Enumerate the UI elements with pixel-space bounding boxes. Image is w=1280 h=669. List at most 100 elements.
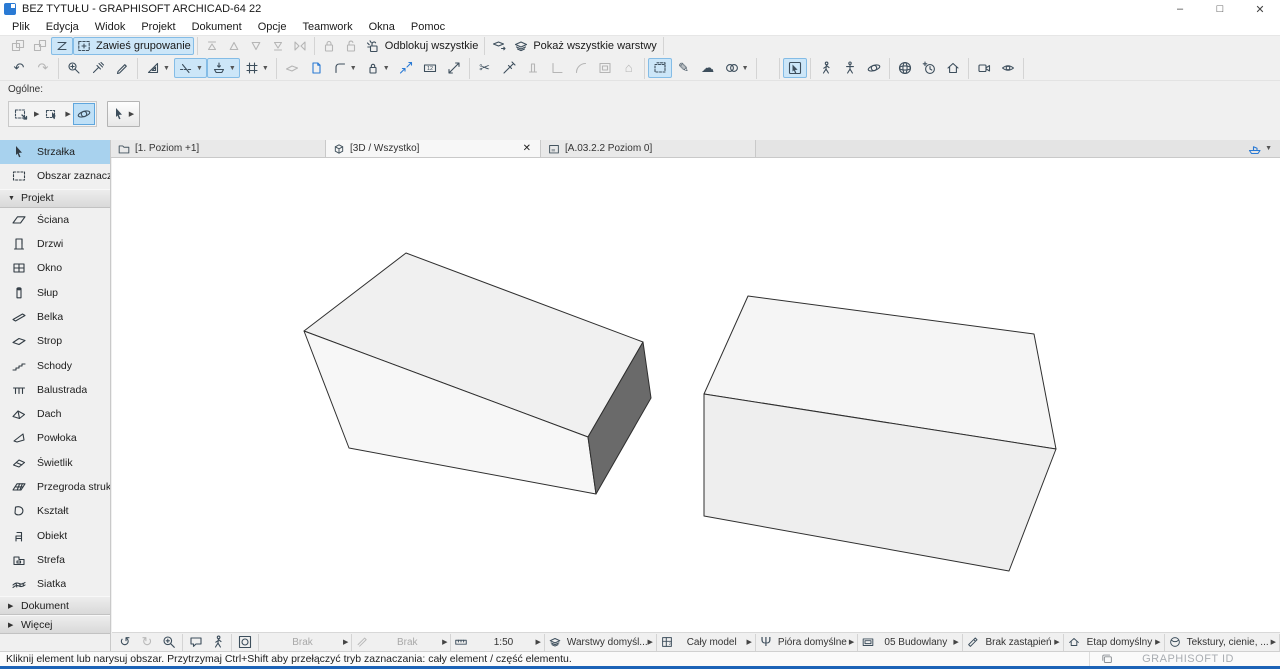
view-tab-1[interactable]: [3D / Wszystko]✕ xyxy=(326,140,541,157)
undo-button[interactable]: ↶ xyxy=(7,58,31,78)
dropdown-arrow-icon[interactable]: ▼ xyxy=(163,65,170,72)
reference-page-button[interactable] xyxy=(304,58,328,78)
toolbox-item-zone[interactable]: Strefa xyxy=(0,548,110,572)
toolbox-item-column[interactable]: Słup xyxy=(0,280,110,304)
close-button[interactable]: ✕ xyxy=(1240,0,1280,18)
field-flyout-arrow-icon[interactable]: ▶ xyxy=(536,638,541,646)
tab-close-icon[interactable]: ✕ xyxy=(520,143,534,154)
zoom-extent-button[interactable] xyxy=(234,634,256,651)
stretch-button[interactable] xyxy=(442,58,466,78)
minimize-button[interactable]: – xyxy=(1160,0,1200,18)
camera-person-button[interactable] xyxy=(972,58,996,78)
home-camera-button[interactable] xyxy=(941,58,965,78)
quick-option-field-8[interactable]: Etap domyślny▶ xyxy=(1064,634,1165,651)
split-button[interactable]: ✂ xyxy=(473,58,497,78)
reset-order-button[interactable] xyxy=(289,37,311,55)
slab-flat-button[interactable] xyxy=(280,58,304,78)
menu-item-2[interactable]: Widok xyxy=(87,19,134,35)
clock-plus-button[interactable] xyxy=(917,58,941,78)
snap-guides-button[interactable]: ▼ xyxy=(174,58,207,78)
menu-item-8[interactable]: Pomoc xyxy=(403,19,453,35)
menu-item-4[interactable]: Dokument xyxy=(184,19,250,35)
set-square-button[interactable]: ▼ xyxy=(141,58,174,78)
eye-style-button[interactable] xyxy=(996,58,1020,78)
arc-gray-button[interactable] xyxy=(569,58,593,78)
toolbox-item-door[interactable]: Drzwi xyxy=(0,232,110,256)
chain-unlock-button[interactable]: Odblokuj wszystkie xyxy=(362,37,482,55)
toolbox-section-projekt[interactable]: ▼Projekt xyxy=(0,189,110,208)
pen-tool-button[interactable] xyxy=(110,58,134,78)
toolbox-item-beam[interactable]: Belka xyxy=(0,305,110,329)
menu-item-7[interactable]: Okna xyxy=(361,19,403,35)
quick-option-field-0[interactable]: Brak▶ xyxy=(259,634,352,651)
select-previous-button[interactable] xyxy=(41,103,63,125)
bubble-button[interactable] xyxy=(185,634,207,651)
toolbox-item-mesh[interactable]: Siatka xyxy=(0,572,110,596)
marquee-views-button[interactable] xyxy=(10,103,32,125)
toolbox-item-shell[interactable]: Powłoka xyxy=(0,426,110,450)
ungroup-button[interactable] xyxy=(29,37,51,55)
menu-item-6[interactable]: Teamwork xyxy=(294,19,360,35)
redo-button[interactable]: ↷ xyxy=(31,58,55,78)
walk-person-button[interactable] xyxy=(814,58,838,78)
send-backward-button[interactable] xyxy=(245,37,267,55)
fillet-button[interactable]: ▼ xyxy=(328,58,361,78)
toolbox-item-slab[interactable]: Strop xyxy=(0,329,110,353)
toolbox-item-arrow-cursor[interactable]: Strzałka xyxy=(0,140,110,164)
toolbox-item-object[interactable]: Obiekt xyxy=(0,523,110,547)
quick-option-field-3[interactable]: Warstwy domyśl...▶ xyxy=(545,634,657,651)
field-flyout-arrow-icon[interactable]: ▶ xyxy=(1054,638,1059,646)
field-flyout-arrow-icon[interactable]: ▶ xyxy=(343,638,348,646)
explore-person-button[interactable] xyxy=(838,58,862,78)
quick-option-field-1[interactable]: Brak▶ xyxy=(352,634,451,651)
field-flyout-arrow-icon[interactable]: ▶ xyxy=(1271,638,1276,646)
toolbox-item-railing[interactable]: Balustrada xyxy=(0,378,110,402)
graphisoft-id-area[interactable]: GRAPHISOFT ID xyxy=(1089,652,1274,666)
toolbox-item-wall[interactable]: Ściana xyxy=(0,208,110,232)
send-to-back-button[interactable] xyxy=(267,37,289,55)
orbit-button[interactable] xyxy=(862,58,886,78)
quick-option-field-6[interactable]: 05 Budowlany▶ xyxy=(858,634,963,651)
view-tab-2[interactable]: [A.03.2.2 Poziom 0] xyxy=(541,140,756,157)
adjust-button[interactable] xyxy=(497,58,521,78)
inject-params-button[interactable] xyxy=(86,58,110,78)
autogroup-button[interactable]: Zawieś grupowanie xyxy=(73,37,194,55)
toolbox-item-morph[interactable]: Kształt xyxy=(0,499,110,523)
cutaway-cloud-button[interactable]: ☁ xyxy=(696,58,720,78)
group-button[interactable] xyxy=(7,37,29,55)
toolbox-item-roof[interactable]: Dach xyxy=(0,402,110,426)
field-flyout-arrow-icon[interactable]: ▶ xyxy=(1155,638,1160,646)
back-circle-button[interactable]: ↺ xyxy=(114,634,136,651)
layers-button[interactable]: Pokaż wszystkie warstwy xyxy=(510,37,659,55)
quick-option-field-5[interactable]: ΨPióra domyślne▶ xyxy=(756,634,858,651)
toolbox-item-curtain-wall[interactable]: Przegroda struk... xyxy=(0,475,110,499)
quick-option-field-4[interactable]: 2Cały model▶ xyxy=(657,634,756,651)
column-gray-button[interactable] xyxy=(521,58,545,78)
flyout-arrow-icon[interactable]: ▶ xyxy=(63,110,72,118)
box-shape[interactable] xyxy=(704,296,1056,571)
home-gray-button[interactable]: ⌂ xyxy=(617,58,641,78)
toolbox-item-marquee[interactable]: Obszar zaznacz... xyxy=(0,164,110,188)
bring-forward-button[interactable] xyxy=(223,37,245,55)
3d-viewport[interactable] xyxy=(112,158,1280,632)
toolbox-section-dokument[interactable]: ▶Dokument xyxy=(0,596,110,615)
dimension-12-button[interactable]: 12 xyxy=(418,58,442,78)
pick-up-params-button[interactable] xyxy=(62,58,86,78)
forward-circle-button[interactable]: ↻ xyxy=(136,634,158,651)
dropdown-arrow-icon[interactable]: ▼ xyxy=(196,65,203,72)
flyout-arrow-icon[interactable]: ▶ xyxy=(32,110,41,118)
bring-to-front-button[interactable] xyxy=(201,37,223,55)
coord-lock-button[interactable]: ▼ xyxy=(361,58,394,78)
dropdown-arrow-icon[interactable]: ▼ xyxy=(350,65,357,72)
dropdown-arrow-icon[interactable]: ▼ xyxy=(229,65,236,72)
menu-item-1[interactable]: Edycja xyxy=(38,19,87,35)
maximize-button[interactable]: □ xyxy=(1200,0,1240,18)
dropdown-arrow-icon[interactable]: ▼ xyxy=(262,65,269,72)
toolbox-section-wicej[interactable]: ▶Więcej xyxy=(0,615,110,634)
toolbox-item-skylight[interactable]: Świetlik xyxy=(0,451,110,475)
marquee-3d-button[interactable] xyxy=(648,58,672,78)
field-flyout-arrow-icon[interactable]: ▶ xyxy=(953,638,958,646)
view-tab-0[interactable]: [1. Poziom +1] xyxy=(111,140,326,157)
sphere-grid-button[interactable] xyxy=(893,58,917,78)
toolbox-item-stairs[interactable]: Schody xyxy=(0,353,110,377)
